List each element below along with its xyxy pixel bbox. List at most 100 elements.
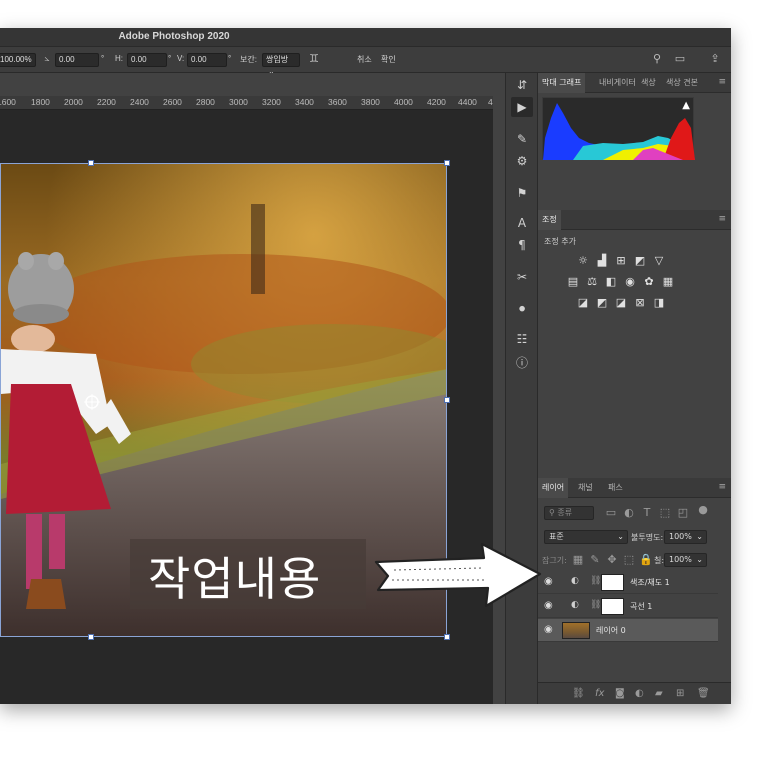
layer-filter-kind[interactable]: ⚲ 종류: [544, 506, 594, 520]
type-filter-icon[interactable]: T: [640, 507, 654, 519]
layer-mask-thumbnail[interactable]: [601, 598, 624, 615]
warp-icon[interactable]: ♊: [307, 52, 321, 66]
layer-name: 곡선 1: [630, 602, 653, 611]
history-icon[interactable]: ⇵: [511, 75, 533, 95]
exposure-icon[interactable]: ◩: [633, 255, 647, 267]
actions-play-icon[interactable]: ▶: [511, 97, 533, 117]
transform-handle-bottom-right[interactable]: [444, 634, 450, 640]
tab-navigator[interactable]: 내비게이터: [595, 73, 640, 93]
workspace-icon[interactable]: ▭: [673, 52, 687, 66]
tab-color[interactable]: 색상: [637, 73, 660, 93]
layer-row-hue-saturation[interactable]: ◉ ◐ ⛓ 색조/채도 1: [538, 571, 718, 594]
panel-menu-icon[interactable]: ≡: [718, 215, 726, 224]
add-adjustment-label: 조정 추가: [544, 237, 576, 246]
layer-row-layer-0[interactable]: ◉ 레이어 0: [538, 619, 718, 642]
eye-icon[interactable]: ◉: [544, 624, 556, 636]
paragraph-icon[interactable]: ¶: [511, 235, 533, 255]
color-lookup-icon[interactable]: ▦: [661, 276, 675, 288]
transform-handle-right[interactable]: [444, 397, 450, 403]
transform-handle-bottom[interactable]: [88, 634, 94, 640]
clone-source-icon[interactable]: ⚑: [511, 183, 533, 203]
tab-layers[interactable]: 레이어: [538, 478, 569, 498]
transform-handle-top[interactable]: [88, 160, 94, 166]
shape-filter-icon[interactable]: ⬚: [658, 507, 672, 519]
ruler-tick: 3000: [229, 97, 248, 107]
search-icon[interactable]: ⚲: [650, 52, 664, 66]
v-degree: °: [228, 54, 232, 63]
v-label: V:: [177, 54, 185, 63]
photo-filter-icon[interactable]: ◉: [623, 276, 637, 288]
threshold-icon[interactable]: ◪: [614, 297, 628, 309]
selective-color-icon[interactable]: ⊠: [633, 297, 647, 309]
levels-icon[interactable]: ▟: [595, 255, 609, 267]
opacity-field[interactable]: 100% ⌄: [664, 530, 707, 544]
lock-transparency-icon[interactable]: ▦: [571, 554, 585, 566]
v-skew-field[interactable]: 0.00: [187, 53, 227, 67]
curves-icon[interactable]: ⊞: [614, 255, 628, 267]
options-bar: 100.00% ⦣ 0.00 ° H: 0.00 ° V: 0.00 ° 보간:…: [0, 47, 731, 76]
posterize-icon[interactable]: ◩: [595, 297, 609, 309]
ruler-tick: 2600: [163, 97, 182, 107]
angle-icon: ⦣: [44, 54, 50, 64]
layer-image-thumbnail[interactable]: [562, 622, 590, 639]
new-adjustment-icon[interactable]: ◐: [635, 688, 644, 699]
color-balance-icon[interactable]: ⚖: [585, 276, 599, 288]
opacity-value: 100%: [669, 532, 692, 541]
invert-icon[interactable]: ◪: [576, 297, 590, 309]
trash-icon[interactable]: 🗑: [697, 688, 710, 699]
link-layers-icon[interactable]: ⛓: [572, 688, 585, 699]
tab-histogram[interactable]: 막대 그래프: [538, 73, 586, 93]
black-white-icon[interactable]: ◧: [604, 276, 618, 288]
add-mask-icon[interactable]: ◙: [615, 688, 625, 699]
fill-label: 칠:: [654, 556, 665, 565]
commit-transform-button[interactable]: 확인: [381, 54, 396, 65]
pixel-filter-icon[interactable]: ▭: [604, 507, 618, 519]
tab-channels[interactable]: 채널: [574, 478, 597, 498]
brightness-contrast-icon[interactable]: ☼: [576, 255, 590, 267]
h-skew-field[interactable]: 0.00: [127, 53, 167, 67]
info-icon[interactable]: ⓘ: [511, 353, 533, 373]
cancel-transform-button[interactable]: 취소: [357, 54, 372, 65]
tab-adjustments[interactable]: 조정: [538, 210, 561, 230]
angle-field[interactable]: 0.00: [55, 53, 99, 67]
fx-icon[interactable]: fx: [595, 688, 604, 699]
hue-saturation-icon[interactable]: ▤: [566, 276, 580, 288]
interpolation-select[interactable]: 쌍입방 ⌄: [262, 53, 300, 76]
smart-object-filter-icon[interactable]: ◰: [676, 507, 690, 519]
histogram-display: ▲: [542, 97, 695, 160]
lock-artboard-icon[interactable]: ⬚: [622, 554, 636, 566]
glyphs-icon[interactable]: ⚫: [511, 299, 533, 319]
character-icon[interactable]: A: [511, 213, 533, 233]
panel-menu-icon[interactable]: ≡: [718, 483, 726, 492]
channel-mixer-icon[interactable]: ✿: [642, 276, 656, 288]
share-icon[interactable]: ⇪: [708, 52, 722, 66]
warning-icon[interactable]: ▲: [682, 100, 690, 111]
lock-all-icon[interactable]: 🔒: [639, 554, 653, 566]
ruler-tick: 4200: [427, 97, 446, 107]
lock-position-icon[interactable]: ✥: [605, 554, 619, 566]
panel-menu-icon[interactable]: ≡: [718, 78, 726, 87]
fill-field[interactable]: 100% ⌄: [664, 553, 707, 567]
tab-paths[interactable]: 패스: [604, 478, 627, 498]
blend-mode-select[interactable]: 표준 ⌄: [544, 530, 628, 544]
transform-handle-top-right[interactable]: [444, 160, 450, 166]
filter-toggle-icon[interactable]: ●: [696, 504, 710, 516]
adjustment-filter-icon[interactable]: ◐: [622, 507, 636, 519]
gradient-map-icon[interactable]: ◨: [652, 297, 666, 309]
layer-row-curves[interactable]: ◉ ◐ ⛓ 곡선 1: [538, 595, 718, 618]
eye-icon[interactable]: ◉: [544, 576, 556, 588]
brush-icon[interactable]: ✎: [511, 129, 533, 149]
brush-settings-icon[interactable]: ⚙: [511, 151, 533, 171]
lock-image-icon[interactable]: ✎: [588, 554, 602, 566]
tab-swatches[interactable]: 색상 견본: [662, 73, 702, 93]
tool-presets-icon[interactable]: ✂: [511, 267, 533, 287]
horizontal-ruler[interactable]: 1600 1800 2000 2200 2400 2600 2800 3000 …: [0, 96, 493, 110]
vibrance-icon[interactable]: ▽: [652, 255, 666, 267]
new-group-icon[interactable]: ▰: [655, 688, 663, 699]
libraries-icon[interactable]: ☷: [511, 329, 533, 349]
layer-mask-thumbnail[interactable]: [601, 574, 624, 591]
width-field[interactable]: 100.00%: [0, 53, 36, 67]
eye-icon[interactable]: ◉: [544, 600, 556, 612]
new-layer-icon[interactable]: ⊞: [676, 688, 684, 699]
angle-degree: °: [101, 54, 105, 63]
